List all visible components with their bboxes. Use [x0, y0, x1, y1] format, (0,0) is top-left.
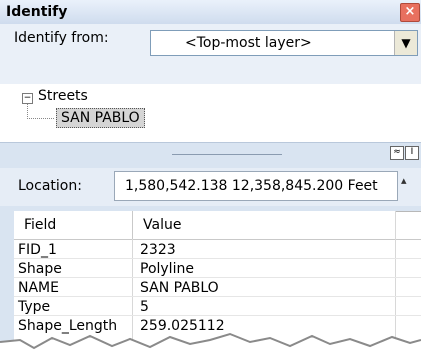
- identify-from-dropdown[interactable]: <Top-most layer> ▼: [150, 30, 418, 56]
- tree-node-selected[interactable]: SAN PABLO: [56, 108, 145, 128]
- table-row-value[interactable]: Polyline: [140, 261, 194, 277]
- tree-node-streets[interactable]: Streets: [38, 88, 88, 104]
- row-divider: [14, 315, 421, 316]
- identify-window: Identify × Identify from: <Top-most laye…: [0, 0, 421, 360]
- table-row-field[interactable]: Shape: [18, 261, 62, 277]
- identify-from-label: Identify from:: [14, 30, 109, 46]
- splitter-grip: [172, 154, 282, 155]
- window-title: Identify: [6, 4, 68, 20]
- collapse-icon[interactable]: −: [22, 93, 33, 104]
- row-divider: [14, 296, 421, 297]
- column-header-value-label: Value: [143, 217, 182, 233]
- location-dropdown-icon[interactable]: ▴: [401, 174, 407, 187]
- identify-from-value: <Top-most layer>: [185, 35, 312, 51]
- table-row-field[interactable]: Type: [18, 299, 50, 315]
- column-header-field[interactable]: Field: [14, 211, 133, 239]
- column-header-field-label: Field: [24, 217, 57, 233]
- close-button[interactable]: ×: [400, 3, 420, 22]
- table-row-value[interactable]: SAN PABLO: [140, 280, 219, 296]
- pane-splitter[interactable]: [0, 142, 421, 169]
- table-row-value[interactable]: 5: [140, 299, 149, 315]
- location-value: 1,580,542.138 12,358,845.200 Feet: [125, 178, 378, 194]
- table-row-field[interactable]: NAME: [18, 280, 59, 296]
- expand-icon[interactable]: ≈: [390, 146, 404, 160]
- chevron-down-icon[interactable]: ▼: [394, 31, 417, 55]
- tree-connector: [27, 104, 54, 119]
- split-toggle-icon[interactable]: I: [405, 146, 419, 160]
- title-bar[interactable]: Identify ×: [0, 0, 421, 25]
- location-field[interactable]: 1,580,542.138 12,358,845.200 Feet: [114, 171, 398, 201]
- row-divider: [14, 277, 421, 278]
- table-row-value[interactable]: 2323: [140, 242, 176, 258]
- row-divider: [14, 258, 421, 259]
- header-divider: [14, 239, 421, 240]
- location-label: Location:: [18, 178, 82, 194]
- table-row-field[interactable]: FID_1: [18, 242, 57, 258]
- torn-edge: [0, 332, 421, 360]
- column-header-value[interactable]: Value: [133, 211, 396, 239]
